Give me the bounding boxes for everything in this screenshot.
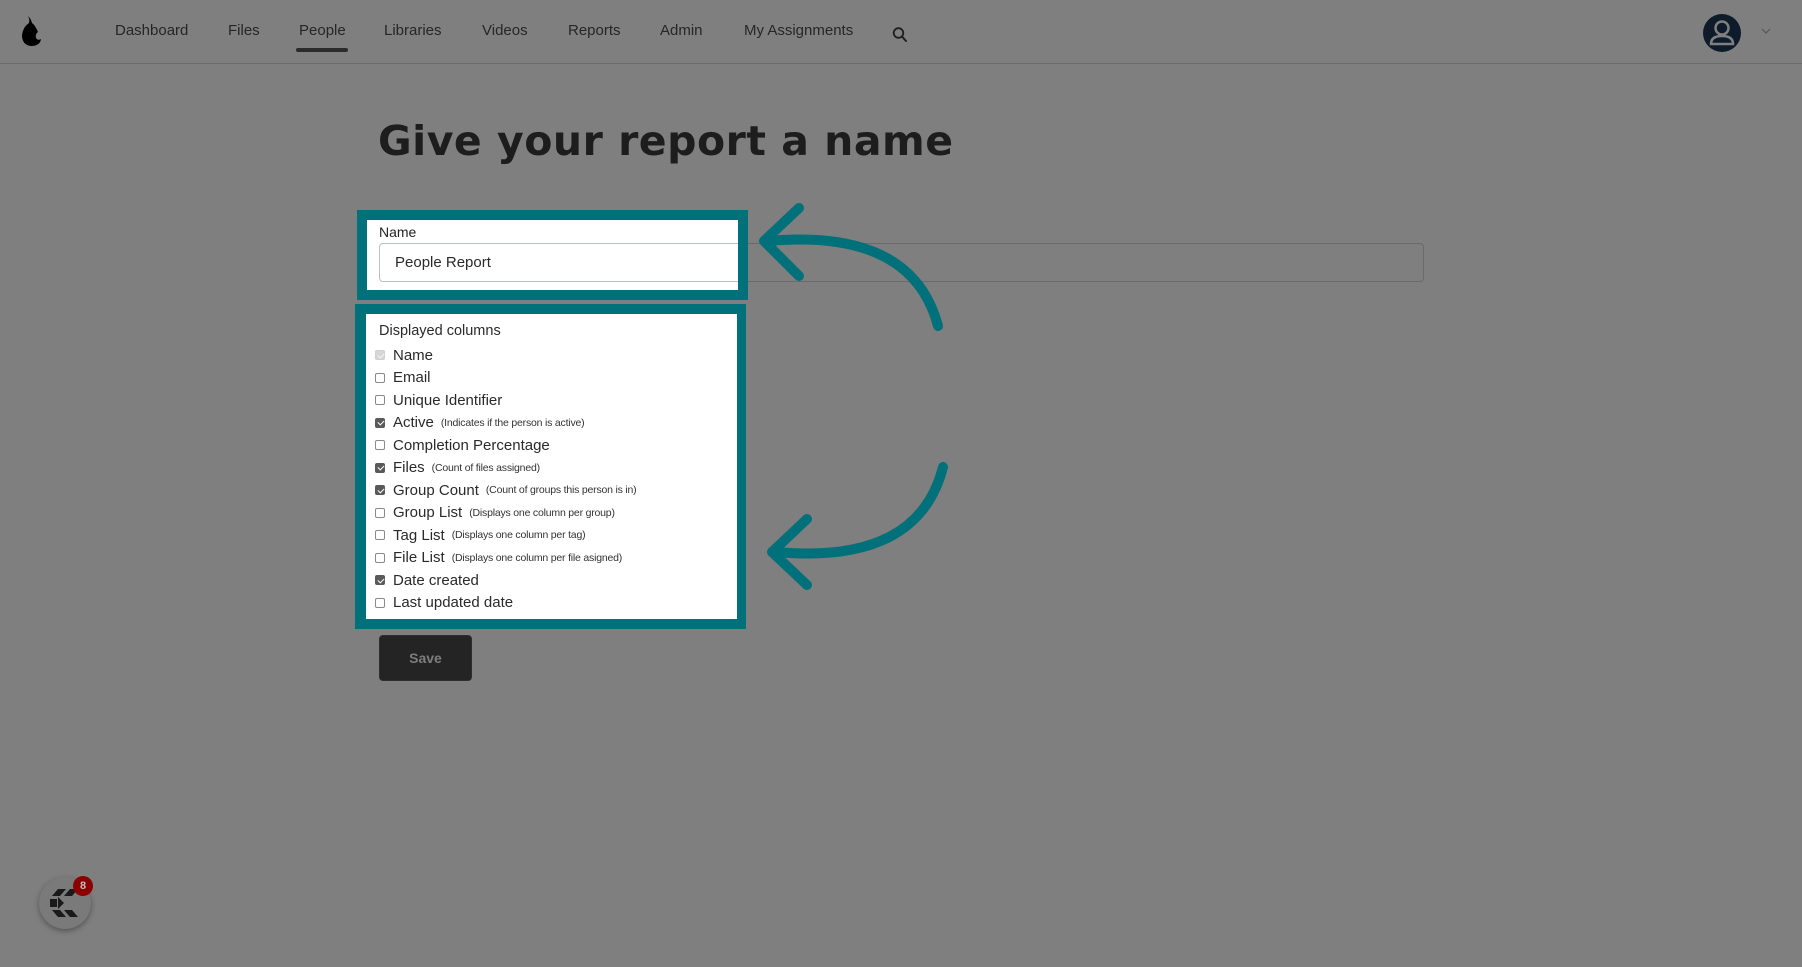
notification-badge: 8 (73, 876, 93, 896)
nav-videos[interactable]: Videos (482, 22, 528, 39)
column-description: (Indicates if the person is active) (440, 416, 585, 429)
column-option-group-list[interactable]: Group List (Displays one column per group… (375, 502, 735, 525)
column-checkbox[interactable] (375, 597, 385, 608)
column-name: Files (393, 459, 425, 477)
column-name: Last updated date (393, 594, 514, 612)
column-checkbox[interactable] (375, 462, 385, 473)
column-name: Email (393, 369, 431, 387)
save-button[interactable]: Save (379, 635, 472, 681)
column-name: File List (393, 549, 445, 567)
column-checkbox[interactable] (375, 372, 385, 383)
nav-dashboard[interactable]: Dashboard (115, 22, 188, 39)
column-description: (Count of groups this person is in) (485, 484, 637, 497)
arrow-to-columns-head (767, 514, 812, 590)
column-name: Unique Identifier (393, 391, 503, 409)
column-checkbox[interactable] (375, 485, 385, 496)
column-description: (Displays one column per file asigned) (451, 551, 623, 564)
column-option-tag-list[interactable]: Tag List (Displays one column per tag) (375, 524, 735, 547)
pear-logo-icon[interactable] (18, 14, 44, 48)
column-option-last-updated-date[interactable]: Last updated date (375, 592, 735, 615)
displayed-columns-label: Displayed columns (379, 323, 501, 339)
nav-files[interactable]: Files (228, 22, 260, 39)
column-option-email[interactable]: Email (375, 367, 735, 390)
column-option-date-created[interactable]: Date created (375, 569, 735, 592)
column-checkbox[interactable] (375, 530, 385, 541)
column-name: Active (393, 414, 434, 432)
column-option-file-list[interactable]: File List (Displays one column per file a… (375, 547, 735, 570)
column-option-unique-identifier[interactable]: Unique Identifier (375, 389, 735, 412)
nav-admin[interactable]: Admin (660, 22, 703, 39)
report-name-input[interactable] (379, 243, 738, 282)
name-field-label: Name (379, 224, 417, 240)
chevron-down-icon[interactable] (1760, 26, 1772, 36)
search-icon[interactable] (892, 26, 908, 44)
column-name: Tag List (393, 526, 445, 544)
column-name: Group List (393, 504, 463, 522)
column-name: Group Count (393, 481, 479, 499)
column-option-completion-percentage[interactable]: Completion Percentage (375, 434, 735, 457)
column-name: Name (393, 346, 434, 364)
column-checkbox[interactable] (375, 507, 385, 518)
column-checkbox[interactable] (375, 552, 385, 563)
column-name: Completion Percentage (393, 436, 550, 454)
column-checkbox[interactable] (375, 440, 385, 451)
arrow-to-columns (771, 462, 948, 559)
nav-my-assignments[interactable]: My Assignments (744, 22, 853, 39)
column-name: Date created (393, 571, 479, 589)
column-option-active[interactable]: Active (Indicates if the person is active… (375, 412, 735, 435)
active-tab-indicator (296, 48, 348, 52)
column-checkbox[interactable] (375, 575, 385, 586)
column-checkbox (375, 350, 385, 361)
column-description: (Displays one column per tag) (451, 529, 586, 542)
column-option-name: Name (375, 344, 735, 367)
column-option-group-count[interactable]: Group Count (Count of groups this person … (375, 479, 735, 502)
nav-libraries[interactable]: Libraries (384, 22, 442, 39)
column-description: (Count of files assigned) (431, 461, 540, 474)
column-checkbox[interactable] (375, 395, 385, 406)
user-avatar-icon[interactable] (1703, 14, 1741, 52)
top-nav-bar: Dashboard Files People Libraries Videos … (0, 0, 1802, 64)
column-checkbox[interactable] (375, 417, 385, 428)
nav-reports[interactable]: Reports (568, 22, 621, 39)
displayed-columns-list: Name Email Unique Identifier Active (Indicat… (375, 344, 735, 614)
column-description: (Displays one column per group) (469, 506, 615, 519)
page-title: Give your report a name (378, 117, 954, 165)
nav-people[interactable]: People (299, 22, 346, 39)
column-option-files[interactable]: Files (Count of files assigned) (375, 457, 735, 480)
